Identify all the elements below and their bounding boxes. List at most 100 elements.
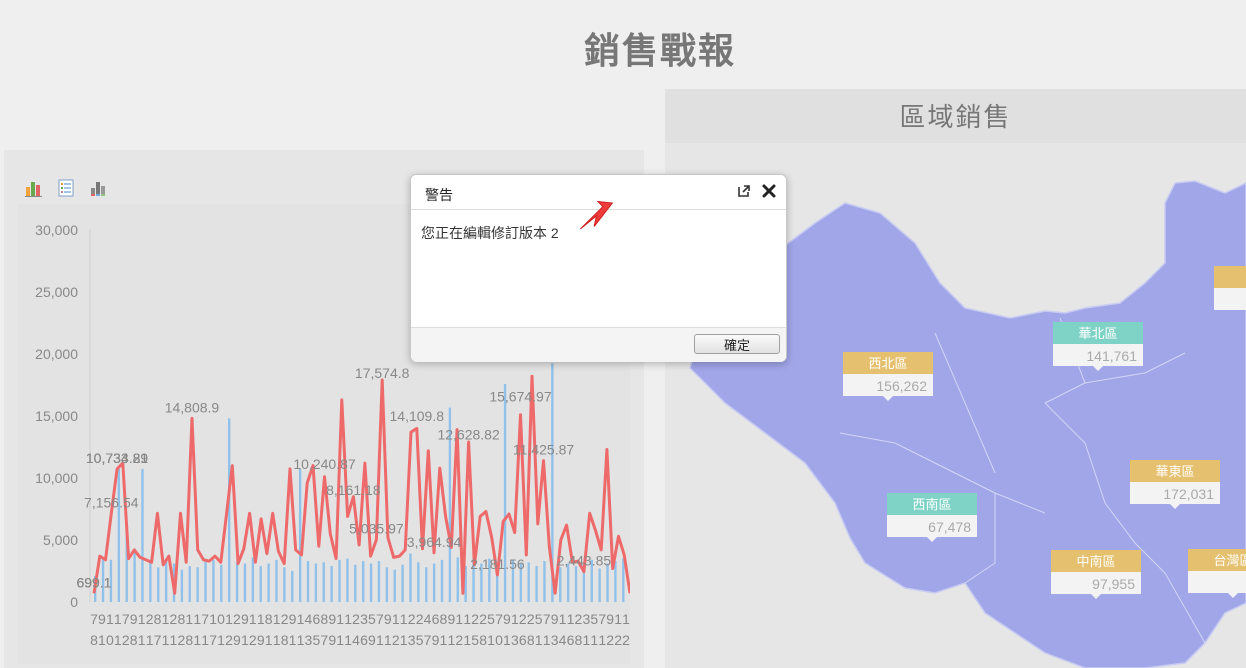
x-tick-label: 1 [392,611,400,627]
x-tick-label: 1 [543,632,551,648]
x-tick-label: 1 [598,632,606,648]
bar [432,563,436,602]
x-tick-label: 1 [249,611,257,627]
x-tick-label: 1 [98,632,106,648]
x-tick-label: 1 [463,611,471,627]
data-label: 10,734.81 [86,450,148,466]
pointer-arrow-icon [580,200,614,230]
x-tick-label: 2 [614,632,622,648]
bar [235,562,239,602]
x-tick-label: 9 [328,632,336,648]
bar [425,567,428,602]
bar [566,563,570,602]
x-tick-label: 5 [487,611,495,627]
x-tick-label: 9 [257,632,265,648]
x-tick-label: 5 [368,611,376,627]
y-tick-label: 15,000 [35,408,78,424]
stacked-chart-icon[interactable] [88,178,108,198]
x-tick-label: 7 [201,611,209,627]
x-tick-label: 1 [106,611,114,627]
x-tick-label: 9 [432,632,440,648]
region-value: 156,262 [876,378,927,394]
x-tick-label: 8 [281,632,289,648]
y-tick-label: 20,000 [35,346,78,362]
bar [401,564,404,602]
x-tick-label: 2 [455,632,463,648]
region-label-body [1214,288,1246,310]
x-tick-label: 1 [114,632,122,648]
bar [574,566,578,602]
x-tick-label: 5 [312,632,320,648]
bar [157,567,160,602]
x-tick-label: 2 [281,611,289,627]
x-tick-label: 1 [344,611,352,627]
x-tick-label: 1 [225,611,233,627]
data-label: 2,443.85 [557,553,612,569]
x-tick-label: 8 [90,632,98,648]
bar [440,559,444,602]
x-tick-label: 7 [495,611,503,627]
bar-chart-icon[interactable] [24,178,44,198]
x-tick-label: 1 [170,632,178,648]
x-tick-label: 3 [408,632,416,648]
x-tick-label: 3 [511,632,519,648]
popout-icon[interactable] [736,183,752,199]
x-tick-label: 1 [400,632,408,648]
bar [409,553,412,602]
x-tick-label: 0 [495,632,503,648]
bar [354,564,357,602]
x-tick-label: 9 [289,611,297,627]
bar [338,559,341,602]
x-tick-label: 1 [138,611,146,627]
x-tick-label: 9 [447,611,455,627]
region-name: 西南區 [912,497,951,512]
x-tick-label: 2 [392,632,400,648]
y-tick-label: 25,000 [35,284,78,300]
bar [204,558,207,602]
data-label: 12,628.82 [437,426,499,442]
x-tick-label: 8 [320,611,328,627]
region-label-2: 華北區 141,761 [1053,322,1143,371]
region-name: 華北區 [1078,326,1117,341]
x-tick-label: 8 [177,611,185,627]
x-tick-label: 7 [598,611,606,627]
x-tick-label: 1 [447,632,455,648]
x-tick-label: 9 [328,611,336,627]
dialog-title: 警告 [425,187,453,203]
region-label-4: 華東區 172,031 [1130,460,1220,509]
x-tick-label: 2 [122,632,130,648]
x-tick-label: 5 [590,611,598,627]
bar [212,559,215,602]
x-tick-label: 6 [432,611,440,627]
x-tick-label: 9 [98,611,106,627]
bar [322,562,325,602]
x-tick-label: 2 [170,611,178,627]
bar [298,468,302,602]
x-tick-label: 9 [368,632,376,648]
region-label-5: 中南區 97,955 [1051,550,1141,599]
x-tick-label: 0 [106,632,114,648]
bar [614,561,617,602]
close-icon[interactable] [761,183,777,199]
x-tick-label: 1 [559,611,567,627]
data-label: 14,808.9 [165,399,220,415]
bar [527,562,530,602]
x-tick-label: 3 [360,611,368,627]
bar [164,561,168,602]
region-name: 中南區 [1076,554,1115,569]
x-tick-label: 8 [265,611,273,627]
x-tick-label: 9 [233,632,241,648]
data-label: 11,425.87 [513,441,574,457]
x-tick-label: 6 [312,611,320,627]
bar [141,468,144,602]
x-tick-label: 7 [154,632,162,648]
confirm-button[interactable]: 確定 [694,334,780,354]
region-label-1: 西北區 156,262 [843,352,933,401]
table-icon[interactable] [56,178,76,198]
x-tick-label: 1 [336,611,344,627]
data-label: 699.1 [76,574,111,590]
x-tick-label: 1 [114,611,122,627]
bar [188,566,191,602]
x-tick-label: 1 [289,632,297,648]
region-sales-title: 區域銷售 [665,89,1246,143]
